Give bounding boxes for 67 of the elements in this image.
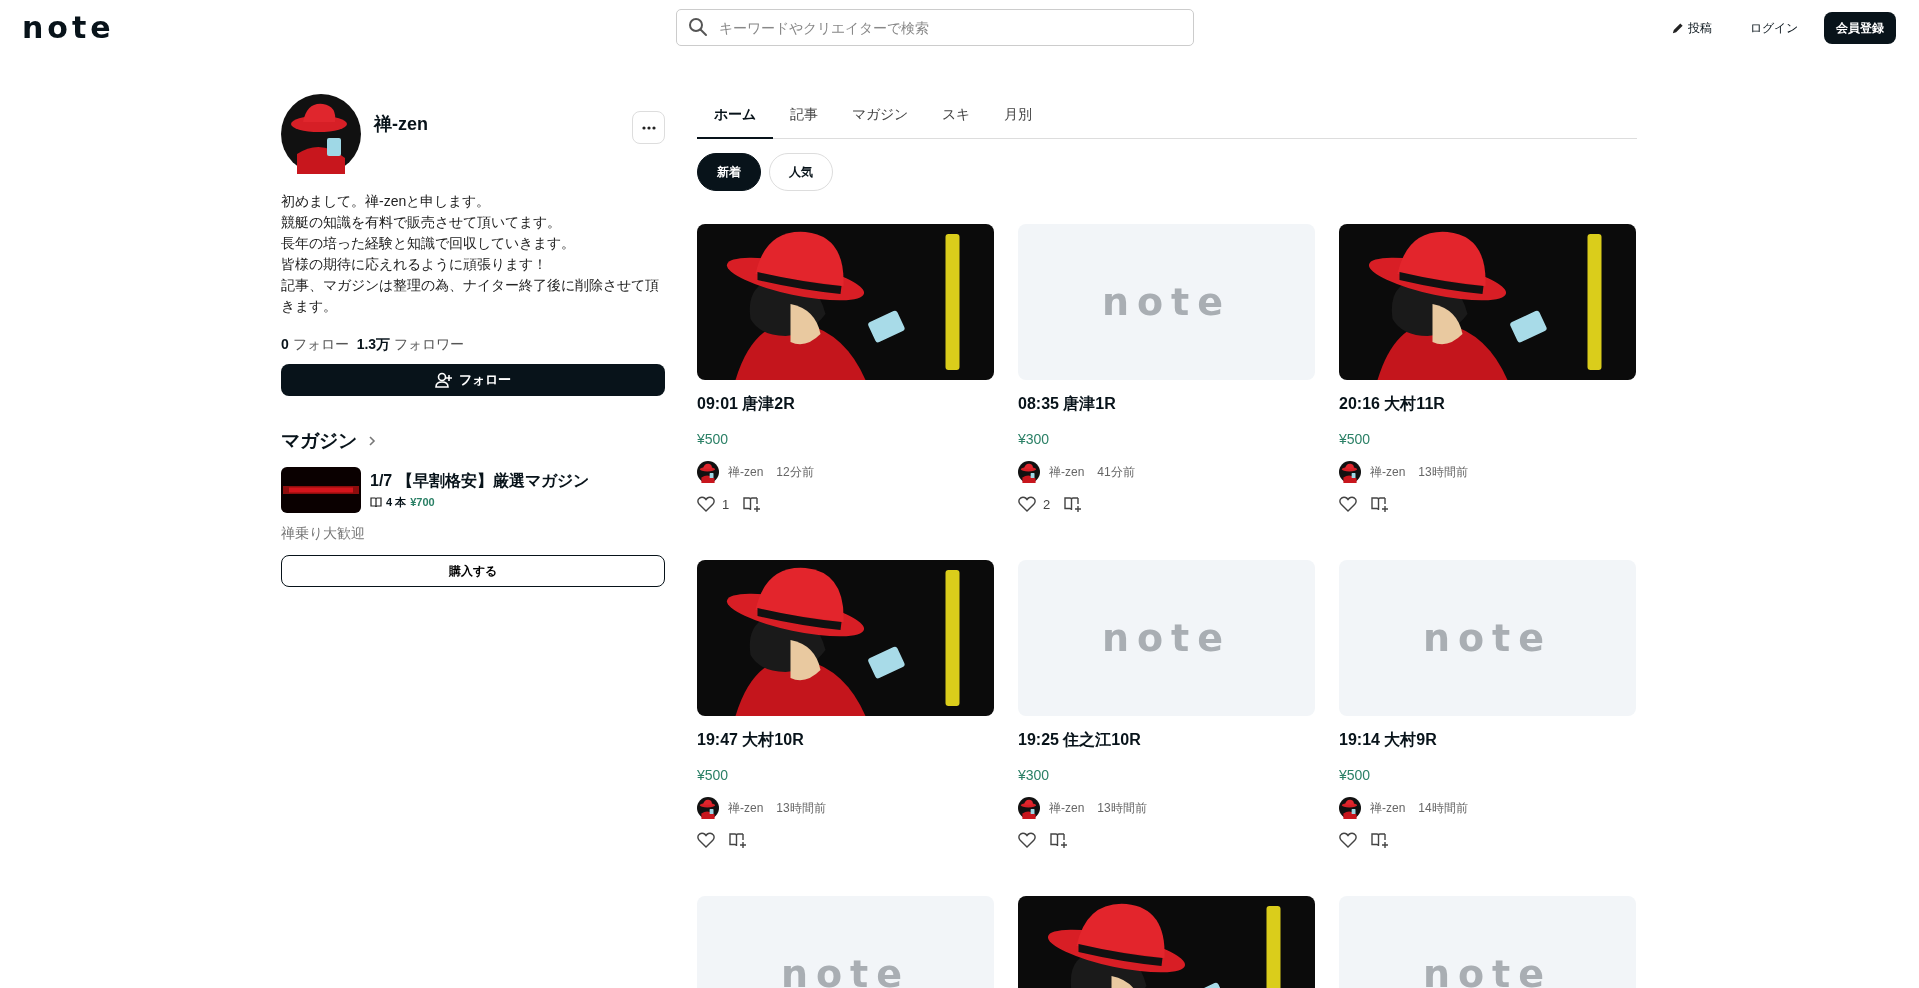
user-plus-icon bbox=[435, 372, 453, 388]
post-time: 13時間前 bbox=[1418, 463, 1468, 481]
magazine-title[interactable]: 1/7 【早割格安】厳選マガジン bbox=[370, 470, 589, 492]
add-to-magazine-button[interactable] bbox=[743, 496, 762, 512]
add-to-magazine-button[interactable] bbox=[1371, 496, 1389, 512]
follower-count-link[interactable]: 1.3万 フォロワー bbox=[356, 336, 465, 354]
follow-count-link[interactable]: 0 フォロー bbox=[281, 336, 349, 354]
article-title[interactable]: 08:35 唐津1R bbox=[1018, 394, 1315, 415]
profile-bio-line: 初めまして。禅-zenと申します。 bbox=[281, 192, 492, 211]
pencil-icon bbox=[1671, 21, 1684, 35]
article-title[interactable]: 20:16 大村11R bbox=[1339, 394, 1636, 415]
article-price: ¥500 bbox=[697, 431, 730, 447]
article-title[interactable]: 09:01 唐津2R bbox=[697, 394, 994, 415]
magazine-price: ¥700 bbox=[410, 496, 435, 508]
post-time: 12分前 bbox=[776, 463, 814, 481]
tab[interactable]: ホーム bbox=[697, 92, 773, 139]
follow-button[interactable]: フォロー bbox=[281, 364, 665, 396]
add-to-magazine-button[interactable] bbox=[1064, 496, 1083, 512]
search-field[interactable]: キーワードやクリエイターで検索 bbox=[676, 9, 1194, 46]
author-name[interactable]: 禅-zen bbox=[728, 799, 764, 817]
article-count: 4 本 bbox=[386, 494, 407, 510]
buy-button[interactable]: 購入する bbox=[281, 555, 665, 587]
article-title[interactable]: 19:47 大村10R bbox=[697, 730, 994, 751]
profile-bio-line: 競艇の知識を有料で販売させて頂いてます。 bbox=[281, 213, 562, 232]
author-name[interactable]: 禅-zen bbox=[1049, 463, 1085, 481]
logo[interactable]: note bbox=[22, 13, 115, 43]
filter-chip[interactable]: 新着 bbox=[697, 153, 761, 191]
profile-bio-line: 長年の培った経験と知識で回収していきます。 bbox=[281, 234, 576, 253]
post-link[interactable]: 投稿 bbox=[1671, 19, 1712, 37]
post-time: 13時間前 bbox=[776, 799, 826, 817]
like-button[interactable] bbox=[1018, 832, 1036, 848]
book-icon bbox=[370, 496, 382, 508]
post-time: 13時間前 bbox=[1097, 799, 1147, 817]
tab[interactable]: スキ bbox=[925, 92, 987, 139]
add-to-magazine-button[interactable] bbox=[1050, 832, 1068, 848]
add-to-magazine-button[interactable] bbox=[729, 832, 747, 848]
profile-name: 禅-zen bbox=[374, 113, 428, 136]
tab[interactable]: マガジン bbox=[835, 92, 925, 139]
like-button[interactable] bbox=[697, 832, 715, 848]
profile-bio-line: 記事、マガジンは整理の為、ナイター終了後に削除させて頂きます。 bbox=[281, 276, 660, 316]
article-title[interactable]: 19:14 大村9R bbox=[1339, 730, 1636, 751]
post-time: 14時間前 bbox=[1418, 799, 1468, 817]
article-price: ¥500 bbox=[1339, 431, 1372, 447]
filter-chip[interactable]: 人気 bbox=[769, 153, 833, 191]
tab[interactable]: 記事 bbox=[773, 92, 835, 139]
article-title[interactable]: 19:25 住之江10R bbox=[1018, 730, 1315, 751]
profile-bio-line: 皆様の期待に応えれるように頑張ります！ bbox=[281, 255, 548, 274]
signup-button[interactable]: 会員登録 bbox=[1824, 12, 1896, 44]
more-icon bbox=[641, 125, 656, 130]
magazine-heading-link[interactable]: マガジン bbox=[281, 428, 377, 454]
article-price: ¥500 bbox=[697, 767, 730, 783]
like-button[interactable] bbox=[1339, 496, 1357, 512]
article-price: ¥300 bbox=[1018, 431, 1051, 447]
author-name[interactable]: 禅-zen bbox=[1049, 799, 1085, 817]
search-icon bbox=[688, 17, 708, 37]
login-link[interactable]: ログイン bbox=[1750, 19, 1798, 37]
article-price: ¥300 bbox=[1018, 767, 1051, 783]
post-time: 41分前 bbox=[1097, 463, 1135, 481]
author-name[interactable]: 禅-zen bbox=[1370, 463, 1406, 481]
tab[interactable]: 月別 bbox=[987, 92, 1049, 139]
add-to-magazine-button[interactable] bbox=[1371, 832, 1389, 848]
chevron-right-icon bbox=[367, 435, 377, 447]
magazine-description: 禅乗り大歓迎 bbox=[281, 525, 366, 543]
author-name[interactable]: 禅-zen bbox=[728, 463, 764, 481]
author-name[interactable]: 禅-zen bbox=[1370, 799, 1406, 817]
article-price: ¥500 bbox=[1339, 767, 1372, 783]
like-button[interactable] bbox=[1339, 832, 1357, 848]
